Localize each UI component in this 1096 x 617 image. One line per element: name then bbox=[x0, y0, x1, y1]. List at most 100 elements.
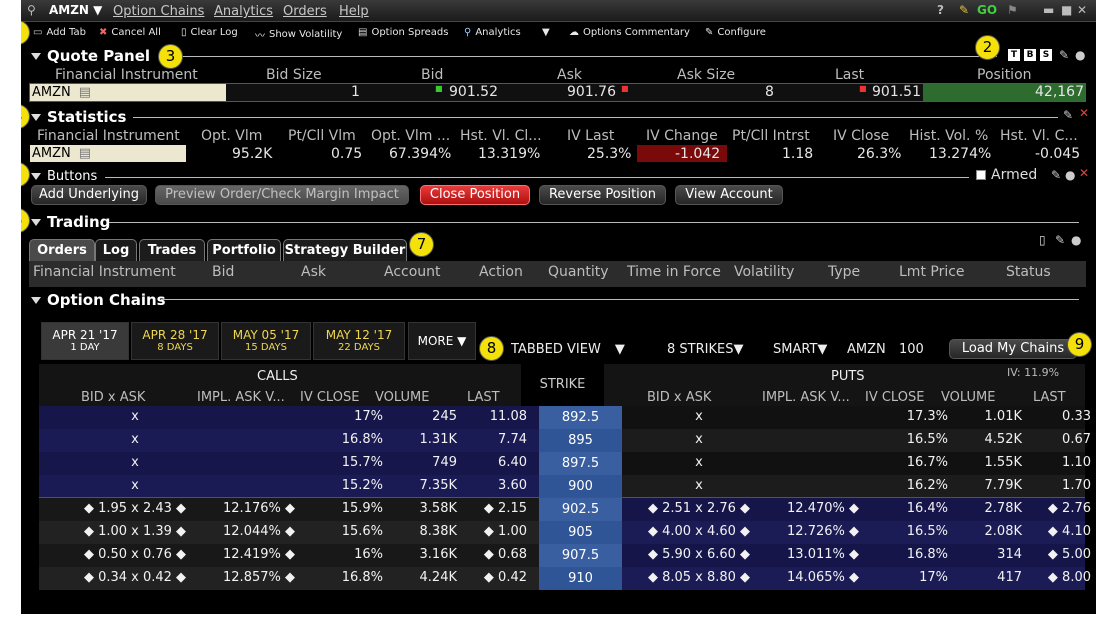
settings-icon[interactable]: ● bbox=[1071, 233, 1081, 247]
tr-header-account[interactable]: Account bbox=[384, 264, 441, 280]
settings-icon[interactable]: ● bbox=[1065, 168, 1075, 182]
st-header-opt-vlm-pct[interactable]: Opt. Vlm ... bbox=[371, 128, 450, 144]
calls-volume[interactable]: 1.31K bbox=[387, 432, 457, 447]
calls-last[interactable]: 11.08 bbox=[461, 409, 527, 424]
close-panel-icon[interactable]: ✕ bbox=[1079, 106, 1089, 120]
tab-orders[interactable]: Orders bbox=[29, 239, 95, 261]
calls-last[interactable]: ◆ 0.42 bbox=[461, 570, 527, 585]
transmit-t-button[interactable]: T bbox=[1008, 49, 1020, 61]
puts-bid-ask[interactable]: x bbox=[629, 409, 769, 424]
calls-iv-close[interactable]: 16.8% bbox=[313, 570, 383, 585]
calls-last[interactable]: ◆ 1.00 bbox=[461, 524, 527, 539]
puts-iv-close[interactable]: 16.4% bbox=[878, 501, 948, 516]
document-icon[interactable]: ▯ bbox=[1039, 233, 1046, 247]
add-underlying-button[interactable]: Add Underlying bbox=[31, 185, 147, 205]
puts-impl-ask-vol[interactable]: 12.470% ◆ bbox=[701, 501, 859, 516]
puts-volume[interactable]: 4.52K bbox=[954, 432, 1022, 447]
puts-iv-close[interactable]: 16.8% bbox=[878, 547, 948, 562]
calls-iv-close[interactable]: 15.6% bbox=[313, 524, 383, 539]
statistics-header[interactable]: Statistics bbox=[31, 108, 126, 126]
strike-cell[interactable]: 907.5 bbox=[539, 544, 622, 567]
calls-bid-ask[interactable]: x bbox=[65, 478, 205, 493]
puts-volume[interactable]: 2.78K bbox=[954, 501, 1022, 516]
expiry-tab-may05[interactable]: MAY 05 '17 15 DAYS bbox=[221, 322, 311, 360]
calls-header-bid-ask[interactable]: BID x ASK bbox=[81, 390, 145, 405]
close-position-button[interactable]: Close Position bbox=[420, 185, 530, 205]
puts-header-bid-ask[interactable]: BID x ASK bbox=[647, 390, 711, 405]
calls-volume[interactable]: 3.16K bbox=[387, 547, 457, 562]
calls-header-iv-close[interactable]: IV CLOSE bbox=[300, 390, 359, 405]
detail-icon[interactable]: ▤ bbox=[79, 85, 91, 100]
calls-impl-ask-vol[interactable]: 12.419% ◆ bbox=[137, 547, 295, 562]
calls-impl-ask-vol[interactable]: 12.176% ◆ bbox=[137, 501, 295, 516]
st-header-hst-vl-c[interactable]: Hst. Vl. C... bbox=[1000, 128, 1078, 144]
puts-volume[interactable]: 2.08K bbox=[954, 524, 1022, 539]
chain-row[interactable]: ◆ 0.34 x 0.42 ◆ 12.857% ◆ 16.8% 4.24K ◆ 0.42… bbox=[39, 567, 1091, 590]
minimize-icon[interactable]: ▬ bbox=[1043, 3, 1054, 17]
puts-iv-close[interactable]: 16.5% bbox=[878, 432, 948, 447]
puts-bid-ask[interactable]: x bbox=[629, 432, 769, 447]
puts-volume[interactable]: 1.55K bbox=[954, 455, 1022, 470]
more-expiries-button[interactable]: MORE ▼ bbox=[408, 322, 476, 360]
buttons-panel-header[interactable]: Buttons bbox=[31, 169, 97, 184]
wrench-icon[interactable]: ✎ bbox=[1059, 48, 1069, 62]
menu-option-chains[interactable]: Option Chains bbox=[113, 4, 204, 19]
view-mode-dropdown[interactable]: TABBED VIEW ▼ bbox=[511, 342, 625, 357]
options-commentary-button[interactable]: ☁ Options Commentary bbox=[569, 27, 690, 38]
chain-row[interactable]: ◆ 1.95 x 2.43 ◆ 12.176% ◆ 15.9% 3.58K ◆ 2.15… bbox=[39, 498, 1091, 521]
qp-header-position[interactable]: Position bbox=[977, 67, 1032, 83]
puts-last[interactable]: ◆ 5.00 bbox=[1025, 547, 1091, 562]
strikes-dropdown[interactable]: 8 STRIKES▼ bbox=[667, 342, 743, 357]
st-header-hist-vol[interactable]: Hist. Vol. % bbox=[909, 128, 988, 144]
tr-header-status[interactable]: Status bbox=[1006, 264, 1051, 280]
strike-header[interactable]: STRIKE bbox=[521, 364, 604, 406]
wrench-icon[interactable]: ✎ bbox=[1051, 168, 1061, 182]
reverse-position-button[interactable]: Reverse Position bbox=[539, 185, 666, 205]
tr-header-bid[interactable]: Bid bbox=[212, 264, 234, 280]
buy-b-button[interactable]: B bbox=[1024, 49, 1036, 61]
chain-row[interactable]: x 16.8% 1.31K 7.74 x 16.5% 4.52K 0.67 895 bbox=[39, 429, 1091, 452]
puts-header-last[interactable]: LAST bbox=[1033, 390, 1066, 405]
calls-bid-ask[interactable]: x bbox=[65, 409, 205, 424]
sell-s-button[interactable]: S bbox=[1040, 49, 1052, 61]
puts-volume[interactable]: 7.79K bbox=[954, 478, 1022, 493]
menu-analytics[interactable]: Analytics bbox=[214, 4, 273, 19]
calls-bid-ask[interactable]: x bbox=[65, 455, 205, 470]
calls-last[interactable]: ◆ 2.15 bbox=[461, 501, 527, 516]
wrench-icon[interactable]: ✎ bbox=[1055, 233, 1065, 247]
tab-trades[interactable]: Trades bbox=[139, 239, 205, 261]
calls-header-impl-ask-vol[interactable]: IMPL. ASK V... bbox=[197, 390, 285, 405]
puts-impl-ask-vol[interactable]: 13.011% ◆ bbox=[701, 547, 859, 562]
wrench-icon[interactable]: ✎ bbox=[959, 3, 969, 17]
collapse-triangle-icon[interactable] bbox=[31, 113, 41, 121]
tr-header-action[interactable]: Action bbox=[479, 264, 523, 280]
strike-cell[interactable]: 895 bbox=[539, 429, 622, 452]
puts-last[interactable]: ◆ 8.00 bbox=[1025, 570, 1091, 585]
st-header-pt-cll-intrst[interactable]: Pt/Cll Intrst bbox=[732, 128, 810, 144]
calls-header-last[interactable]: LAST bbox=[467, 390, 500, 405]
strike-cell[interactable]: 900 bbox=[539, 475, 622, 498]
cancel-all-button[interactable]: ✖ Cancel All bbox=[99, 27, 161, 38]
clear-log-button[interactable]: ▯ Clear Log bbox=[181, 27, 238, 38]
calls-volume[interactable]: 4.24K bbox=[387, 570, 457, 585]
group-link-icon[interactable]: GO bbox=[977, 3, 997, 17]
strike-cell[interactable]: 897.5 bbox=[539, 452, 622, 475]
strike-cell[interactable]: 910 bbox=[539, 567, 622, 590]
menu-help[interactable]: Help bbox=[339, 4, 369, 19]
calls-impl-ask-vol[interactable]: 12.044% ◆ bbox=[137, 524, 295, 539]
calls-iv-close[interactable]: 15.7% bbox=[313, 455, 383, 470]
calls-volume[interactable]: 8.38K bbox=[387, 524, 457, 539]
collapse-triangle-icon[interactable] bbox=[31, 173, 41, 180]
st-header-iv-last[interactable]: IV Last bbox=[567, 128, 614, 144]
calls-volume[interactable]: 749 bbox=[387, 455, 457, 470]
load-my-chains-button[interactable]: Load My Chains bbox=[949, 339, 1077, 359]
puts-volume[interactable]: 314 bbox=[954, 547, 1022, 562]
qp-header-ask[interactable]: Ask bbox=[557, 67, 582, 83]
st-header-hst-vl-cl[interactable]: Hst. Vl. Cl... bbox=[460, 128, 542, 144]
armed-checkbox[interactable] bbox=[976, 170, 986, 180]
settings-icon[interactable]: ● bbox=[1075, 48, 1085, 62]
trading-header[interactable]: Trading bbox=[31, 213, 110, 231]
calls-last[interactable]: 6.40 bbox=[461, 455, 527, 470]
calls-iv-close[interactable]: 15.2% bbox=[313, 478, 383, 493]
add-tab-button[interactable]: ▭ Add Tab bbox=[33, 27, 86, 38]
